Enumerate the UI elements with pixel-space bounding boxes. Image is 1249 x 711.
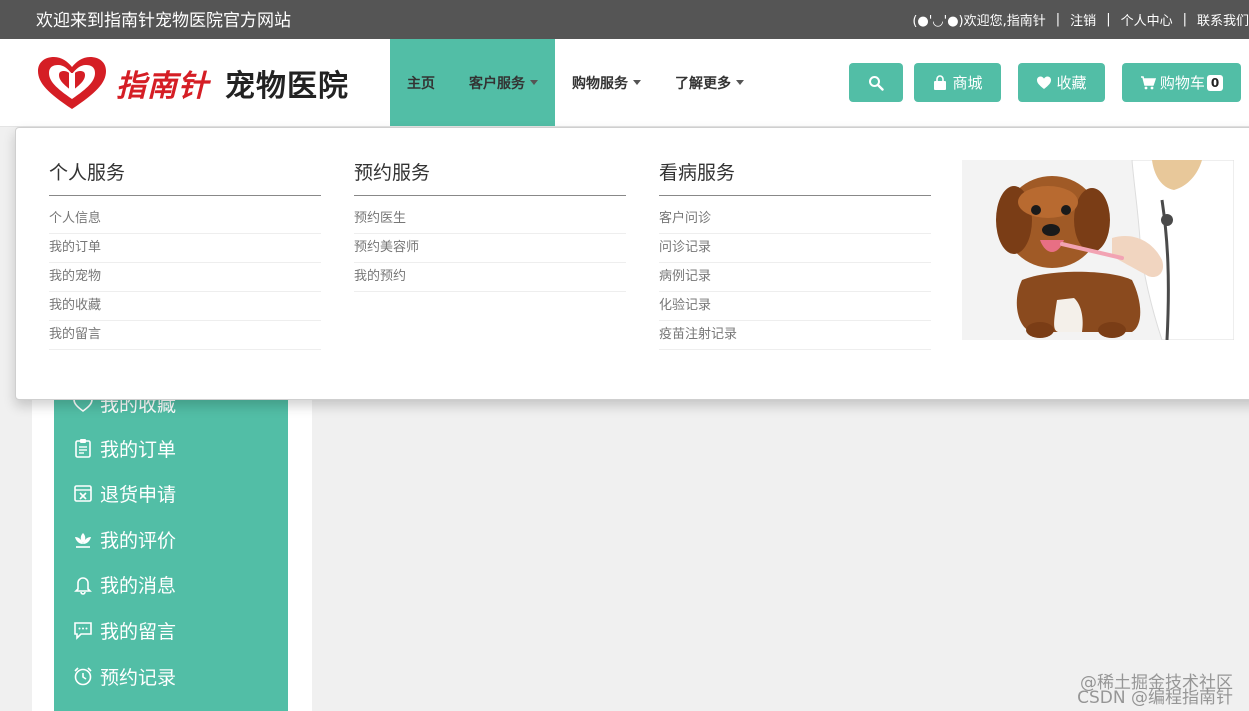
search-button[interactable] (849, 63, 903, 102)
sidebar-item-label: 我的消息 (100, 574, 177, 597)
shopping-bag-icon (934, 74, 947, 90)
customer-service-dropdown: 个人服务 个人信息 我的订单 我的宠物 我的收藏 我的留言 预约服务 预约医生 … (15, 127, 1249, 400)
menu-item[interactable]: 我的宠物 (49, 263, 321, 292)
cart-button-label: 购物车 (1159, 74, 1205, 92)
user-greeting: (●'◡'●)欢迎您,指南针 (912, 14, 1046, 29)
sidebar-menu: 我的收藏 我的订单 退货申请 我的评价 我的消息 我的留言 预约记录 (54, 380, 288, 711)
sidebar-item-messages[interactable]: 我的消息 (72, 569, 176, 599)
top-links: (●'◡'●)欢迎您,指南针 | 注销 | 个人中心 | 联系我们 (912, 10, 1249, 29)
menu-item[interactable]: 我的预约 (354, 263, 626, 292)
menu-item[interactable]: 病例记录 (659, 263, 931, 292)
logout-link[interactable]: 注销 (1070, 10, 1096, 29)
separator: | (1055, 12, 1061, 27)
menu-item[interactable]: 预约美容师 (354, 234, 626, 263)
logo-brand-black: 宠物医院 (225, 69, 349, 104)
cart-icon (1140, 75, 1156, 89)
sidebar-item-appointments[interactable]: 预约记录 (72, 661, 176, 691)
logo-brand-red: 指南针 (116, 69, 209, 104)
caret-down-icon (736, 80, 744, 85)
nav-shopping-service-label: 购物服务 (572, 75, 628, 92)
menu-item[interactable]: 我的订单 (49, 234, 321, 263)
sidebar-item-comments[interactable]: 我的留言 (72, 615, 176, 645)
favorites-button-label: 收藏 (1056, 74, 1087, 92)
separator: | (1182, 12, 1187, 27)
contact-link[interactable]: 联系我们 (1197, 10, 1249, 29)
menu-item[interactable]: 问诊记录 (659, 234, 931, 263)
search-icon (869, 75, 884, 91)
nav-customer-service[interactable]: 客户服务 (452, 39, 555, 126)
nav-learn-more[interactable]: 了解更多 (658, 39, 761, 126)
bell-icon (74, 577, 92, 595)
lotus-icon (75, 533, 91, 548)
heart-icon (1037, 76, 1052, 89)
main-nav: 主页 客户服务 购物服务 了解更多 (390, 39, 761, 126)
cart-count-badge: 0 (1206, 74, 1224, 91)
menu-column-appointment: 预约服务 预约医生 预约美容师 我的预约 (354, 158, 626, 292)
menu-column-title: 个人服务 (49, 158, 321, 196)
nav-customer-service-label: 客户服务 (469, 75, 525, 92)
menu-item[interactable]: 化验记录 (659, 292, 931, 321)
vet-dog-illustration (962, 160, 1234, 340)
vet-dog-photo (962, 160, 1234, 340)
menu-column-personal: 个人服务 个人信息 我的订单 我的宠物 我的收藏 我的留言 (49, 158, 321, 350)
caret-down-icon (530, 80, 538, 85)
menu-item[interactable]: 客户问诊 (659, 205, 931, 234)
sidebar-item-label: 我的留言 (100, 620, 177, 643)
menu-item[interactable]: 个人信息 (49, 205, 321, 234)
mall-button-label: 商城 (952, 74, 983, 92)
return-box-icon (74, 485, 92, 502)
menu-item[interactable]: 预约医生 (354, 205, 626, 234)
personal-center-link[interactable]: 个人中心 (1121, 10, 1173, 29)
sidebar-item-label: 预约记录 (100, 666, 177, 689)
menu-item[interactable]: 疫苗注射记录 (659, 321, 931, 350)
top-bar: 欢迎来到指南针宠物医院官方网站 (●'◡'●)欢迎您,指南针 | 注销 | 个人… (0, 0, 1249, 39)
sidebar-item-label: 我的评价 (100, 529, 177, 552)
sidebar-item-label: 退货申请 (100, 483, 177, 506)
menu-column-medical: 看病服务 客户问诊 问诊记录 病例记录 化验记录 疫苗注射记录 (659, 158, 931, 350)
sidebar-item-reviews[interactable]: 我的评价 (72, 524, 176, 554)
clipboard-icon (75, 439, 91, 458)
favorites-button[interactable]: 收藏 (1018, 63, 1105, 102)
nav-learn-more-label: 了解更多 (675, 75, 731, 92)
chat-bubble-icon (74, 622, 92, 640)
mall-button[interactable]: 商城 (914, 63, 1001, 102)
menu-column-title: 看病服务 (659, 158, 931, 196)
sidebar-item-orders[interactable]: 我的订单 (72, 433, 176, 463)
menu-column-title: 预约服务 (354, 158, 626, 196)
site-header: 指南针 宠物医院 主页 客户服务 购物服务 了解更多 商城 收藏 购物车 0 (0, 39, 1249, 127)
alarm-clock-icon (74, 667, 92, 686)
watermark-csdn: CSDN @编程指南针 (1077, 688, 1233, 708)
menu-item[interactable]: 我的留言 (49, 321, 321, 350)
welcome-text: 欢迎来到指南针宠物医院官方网站 (36, 11, 291, 31)
caret-down-icon (633, 80, 641, 85)
heart-logo-icon (38, 57, 106, 109)
nav-home[interactable]: 主页 (390, 39, 452, 126)
nav-home-label: 主页 (407, 75, 435, 92)
site-logo[interactable]: 指南针 宠物医院 (36, 55, 366, 111)
nav-shopping-service[interactable]: 购物服务 (555, 39, 658, 126)
cart-button[interactable]: 购物车 0 (1122, 63, 1241, 102)
menu-item[interactable]: 我的收藏 (49, 292, 321, 321)
separator: | (1106, 12, 1111, 27)
sidebar-item-label: 我的订单 (100, 438, 177, 461)
sidebar-item-returns[interactable]: 退货申请 (72, 478, 176, 508)
